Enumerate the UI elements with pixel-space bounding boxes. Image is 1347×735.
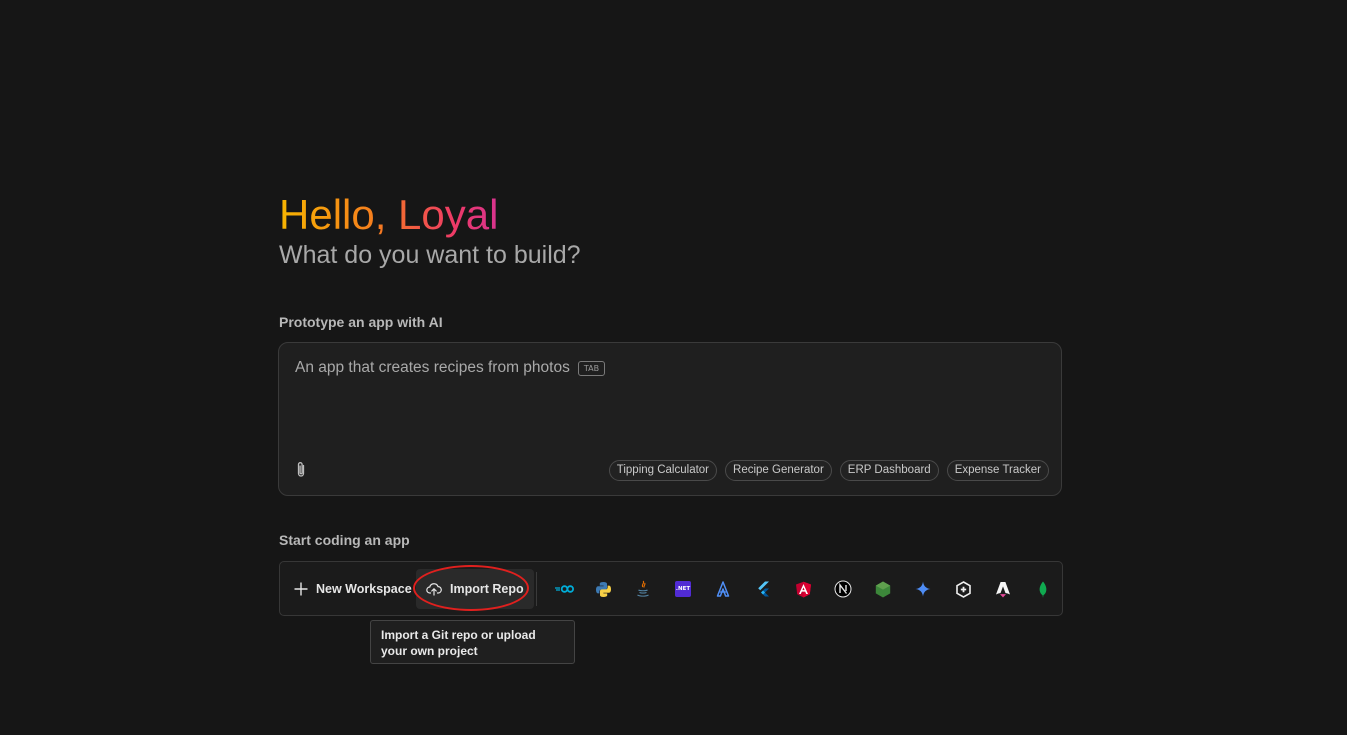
greeting-subtitle: What do you want to build? [279,241,581,269]
suggestion-chip-tipping-calculator[interactable]: Tipping Calculator [608,460,718,481]
suggestion-chip-expense-tracker[interactable]: Expense Tracker [946,460,1049,481]
go-icon[interactable] [554,579,574,599]
new-workspace-button[interactable]: New Workspace [294,569,412,609]
plus-icon [294,582,308,596]
mongodb-icon[interactable] [1033,579,1053,599]
hexagon-icon[interactable] [953,579,973,599]
python-icon[interactable] [593,579,613,599]
prompt-placeholder-row: An app that creates recipes from photos … [295,359,606,377]
import-repo-label: Import Repo [450,582,524,596]
import-repo-tooltip: Import a Git repo or upload your own pro… [370,620,575,664]
angular-icon[interactable] [793,579,813,599]
prototype-section-label: Prototype an app with AI [279,314,443,330]
prompt-placeholder: An app that creates recipes from photos [295,359,570,376]
paperclip-icon[interactable] [294,461,308,479]
page: Hello, Loyal What do you want to build? … [0,0,1347,735]
toolbar-divider [536,572,537,606]
greeting-title: Hello, Loyal [279,191,499,238]
nodejs-icon[interactable] [873,579,893,599]
suggestion-chip-erp-dashboard[interactable]: ERP Dashboard [839,460,939,481]
nextjs-icon[interactable] [833,579,853,599]
prompt-input-box[interactable]: An app that creates recipes from photos … [278,342,1062,496]
java-icon[interactable] [633,579,653,599]
dotnet-badge: .NET [675,581,691,597]
workspace-toolbar: New Workspace Import Repo .NET [279,561,1063,616]
coding-section-label: Start coding an app [279,532,410,548]
dotnet-icon[interactable]: .NET [673,579,693,599]
suggestion-chips: Tipping Calculator Recipe Generator ERP … [608,460,1049,481]
astro-icon[interactable] [713,579,733,599]
astro-a-icon[interactable] [993,579,1013,599]
suggestion-chip-recipe-generator[interactable]: Recipe Generator [725,460,832,481]
flutter-icon[interactable] [753,579,773,599]
gemini-icon[interactable] [913,579,933,599]
cloud-upload-icon [426,583,442,596]
tab-hint-badge: TAB [577,360,606,376]
new-workspace-label: New Workspace [316,582,412,596]
import-repo-button[interactable]: Import Repo [416,569,534,609]
